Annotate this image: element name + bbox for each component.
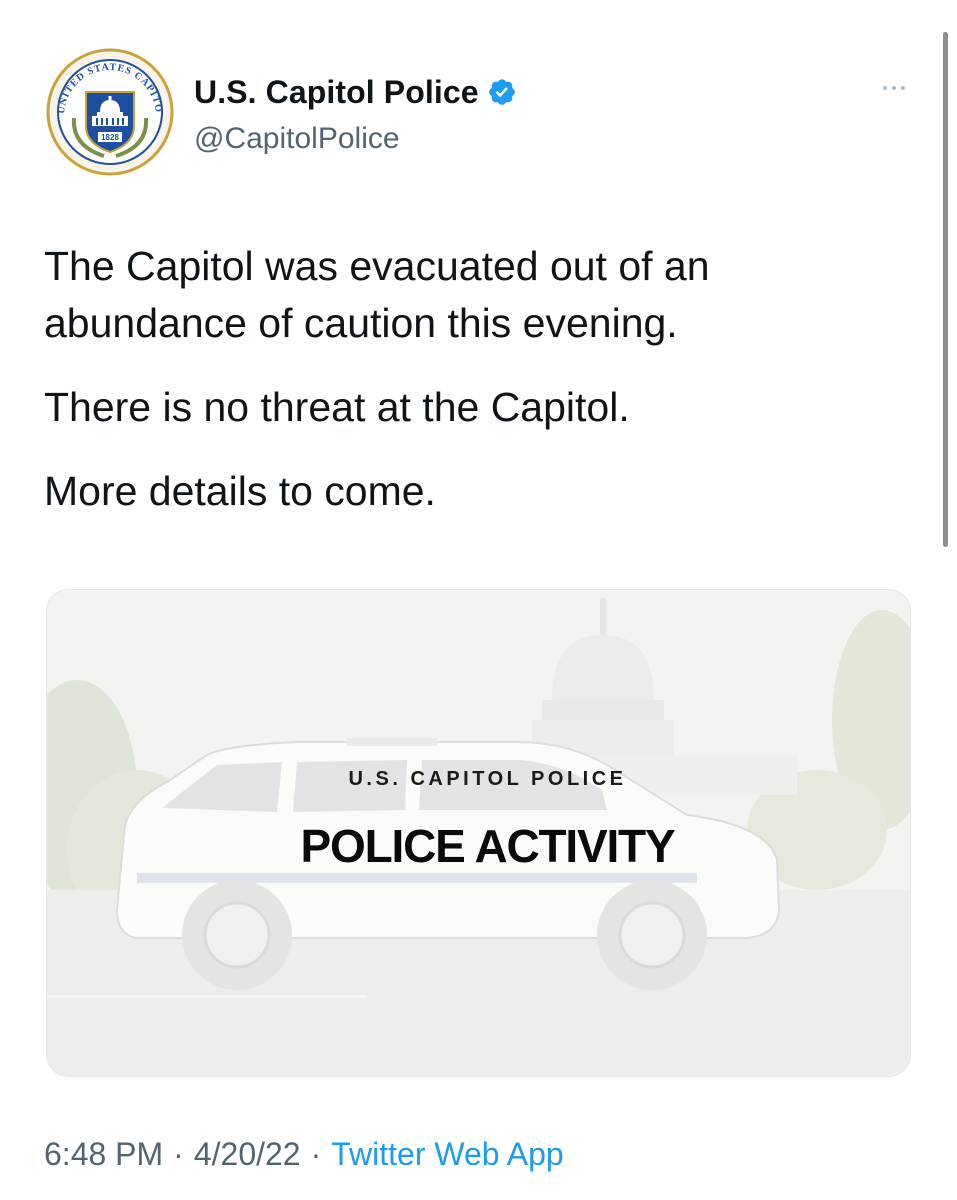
tweet-source-link[interactable]: Twitter Web App <box>331 1136 563 1172</box>
media-title: POLICE ACTIVITY <box>300 820 676 872</box>
tweet-time[interactable]: 6:48 PM <box>44 1136 163 1172</box>
capitol-police-badge-icon: UNITED STATES CAPITOL POLICE <box>44 46 176 178</box>
tweet-paragraph: The Capitol was evacuated out of an abun… <box>44 243 710 346</box>
avatar[interactable]: UNITED STATES CAPITOL POLICE <box>44 46 176 178</box>
tweet-header: UNITED STATES CAPITOL POLICE <box>44 46 914 186</box>
tweet-paragraph: More details to come. <box>44 468 436 514</box>
scrollbar[interactable] <box>943 32 948 547</box>
tweet-text: The Capitol was evacuated out of an abun… <box>44 238 904 520</box>
media-subtitle: U.S. CAPITOL POLICE <box>348 768 627 790</box>
author-handle[interactable]: @CapitolPolice <box>194 122 400 156</box>
more-dot <box>901 86 905 90</box>
tweet-date[interactable]: 4/20/22 <box>194 1136 301 1172</box>
verified-badge-icon <box>488 79 515 105</box>
meta-separator: · <box>310 1136 322 1172</box>
badge-year: 1828 <box>101 133 119 142</box>
meta-separator: · <box>173 1136 184 1172</box>
tweet-meta: 6:48 PM · 4/20/22 · Twitter Web App <box>44 1136 564 1173</box>
more-options-icon[interactable] <box>874 76 914 100</box>
more-dot <box>892 86 896 90</box>
display-name[interactable]: U.S. Capitol Police <box>194 74 479 111</box>
tweet-paragraph: There is no threat at the Capitol. <box>44 384 630 430</box>
author-name-row[interactable]: U.S. Capitol Police <box>194 72 517 112</box>
tweet-page: UNITED STATES CAPITOL POLICE <box>0 0 957 1200</box>
media-image[interactable]: U.S. CAPITOL POLICE POLICE ACTIVITY <box>46 589 911 1077</box>
more-dot <box>883 86 887 90</box>
